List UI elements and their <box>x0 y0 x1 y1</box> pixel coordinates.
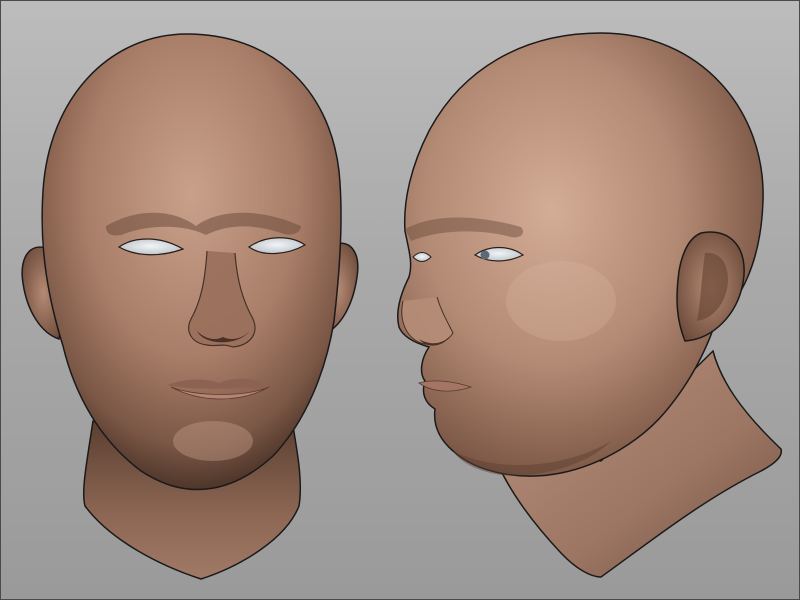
front-chin-highlight <box>173 421 253 461</box>
side-near-iris <box>480 250 490 260</box>
front-head-shape <box>41 33 342 491</box>
three-quarter-view-head-render <box>397 32 783 578</box>
render-viewport <box>0 0 800 600</box>
side-cheek-highlight <box>506 261 616 341</box>
head-render-canvas <box>21 32 783 580</box>
front-view-head-render <box>21 33 359 580</box>
